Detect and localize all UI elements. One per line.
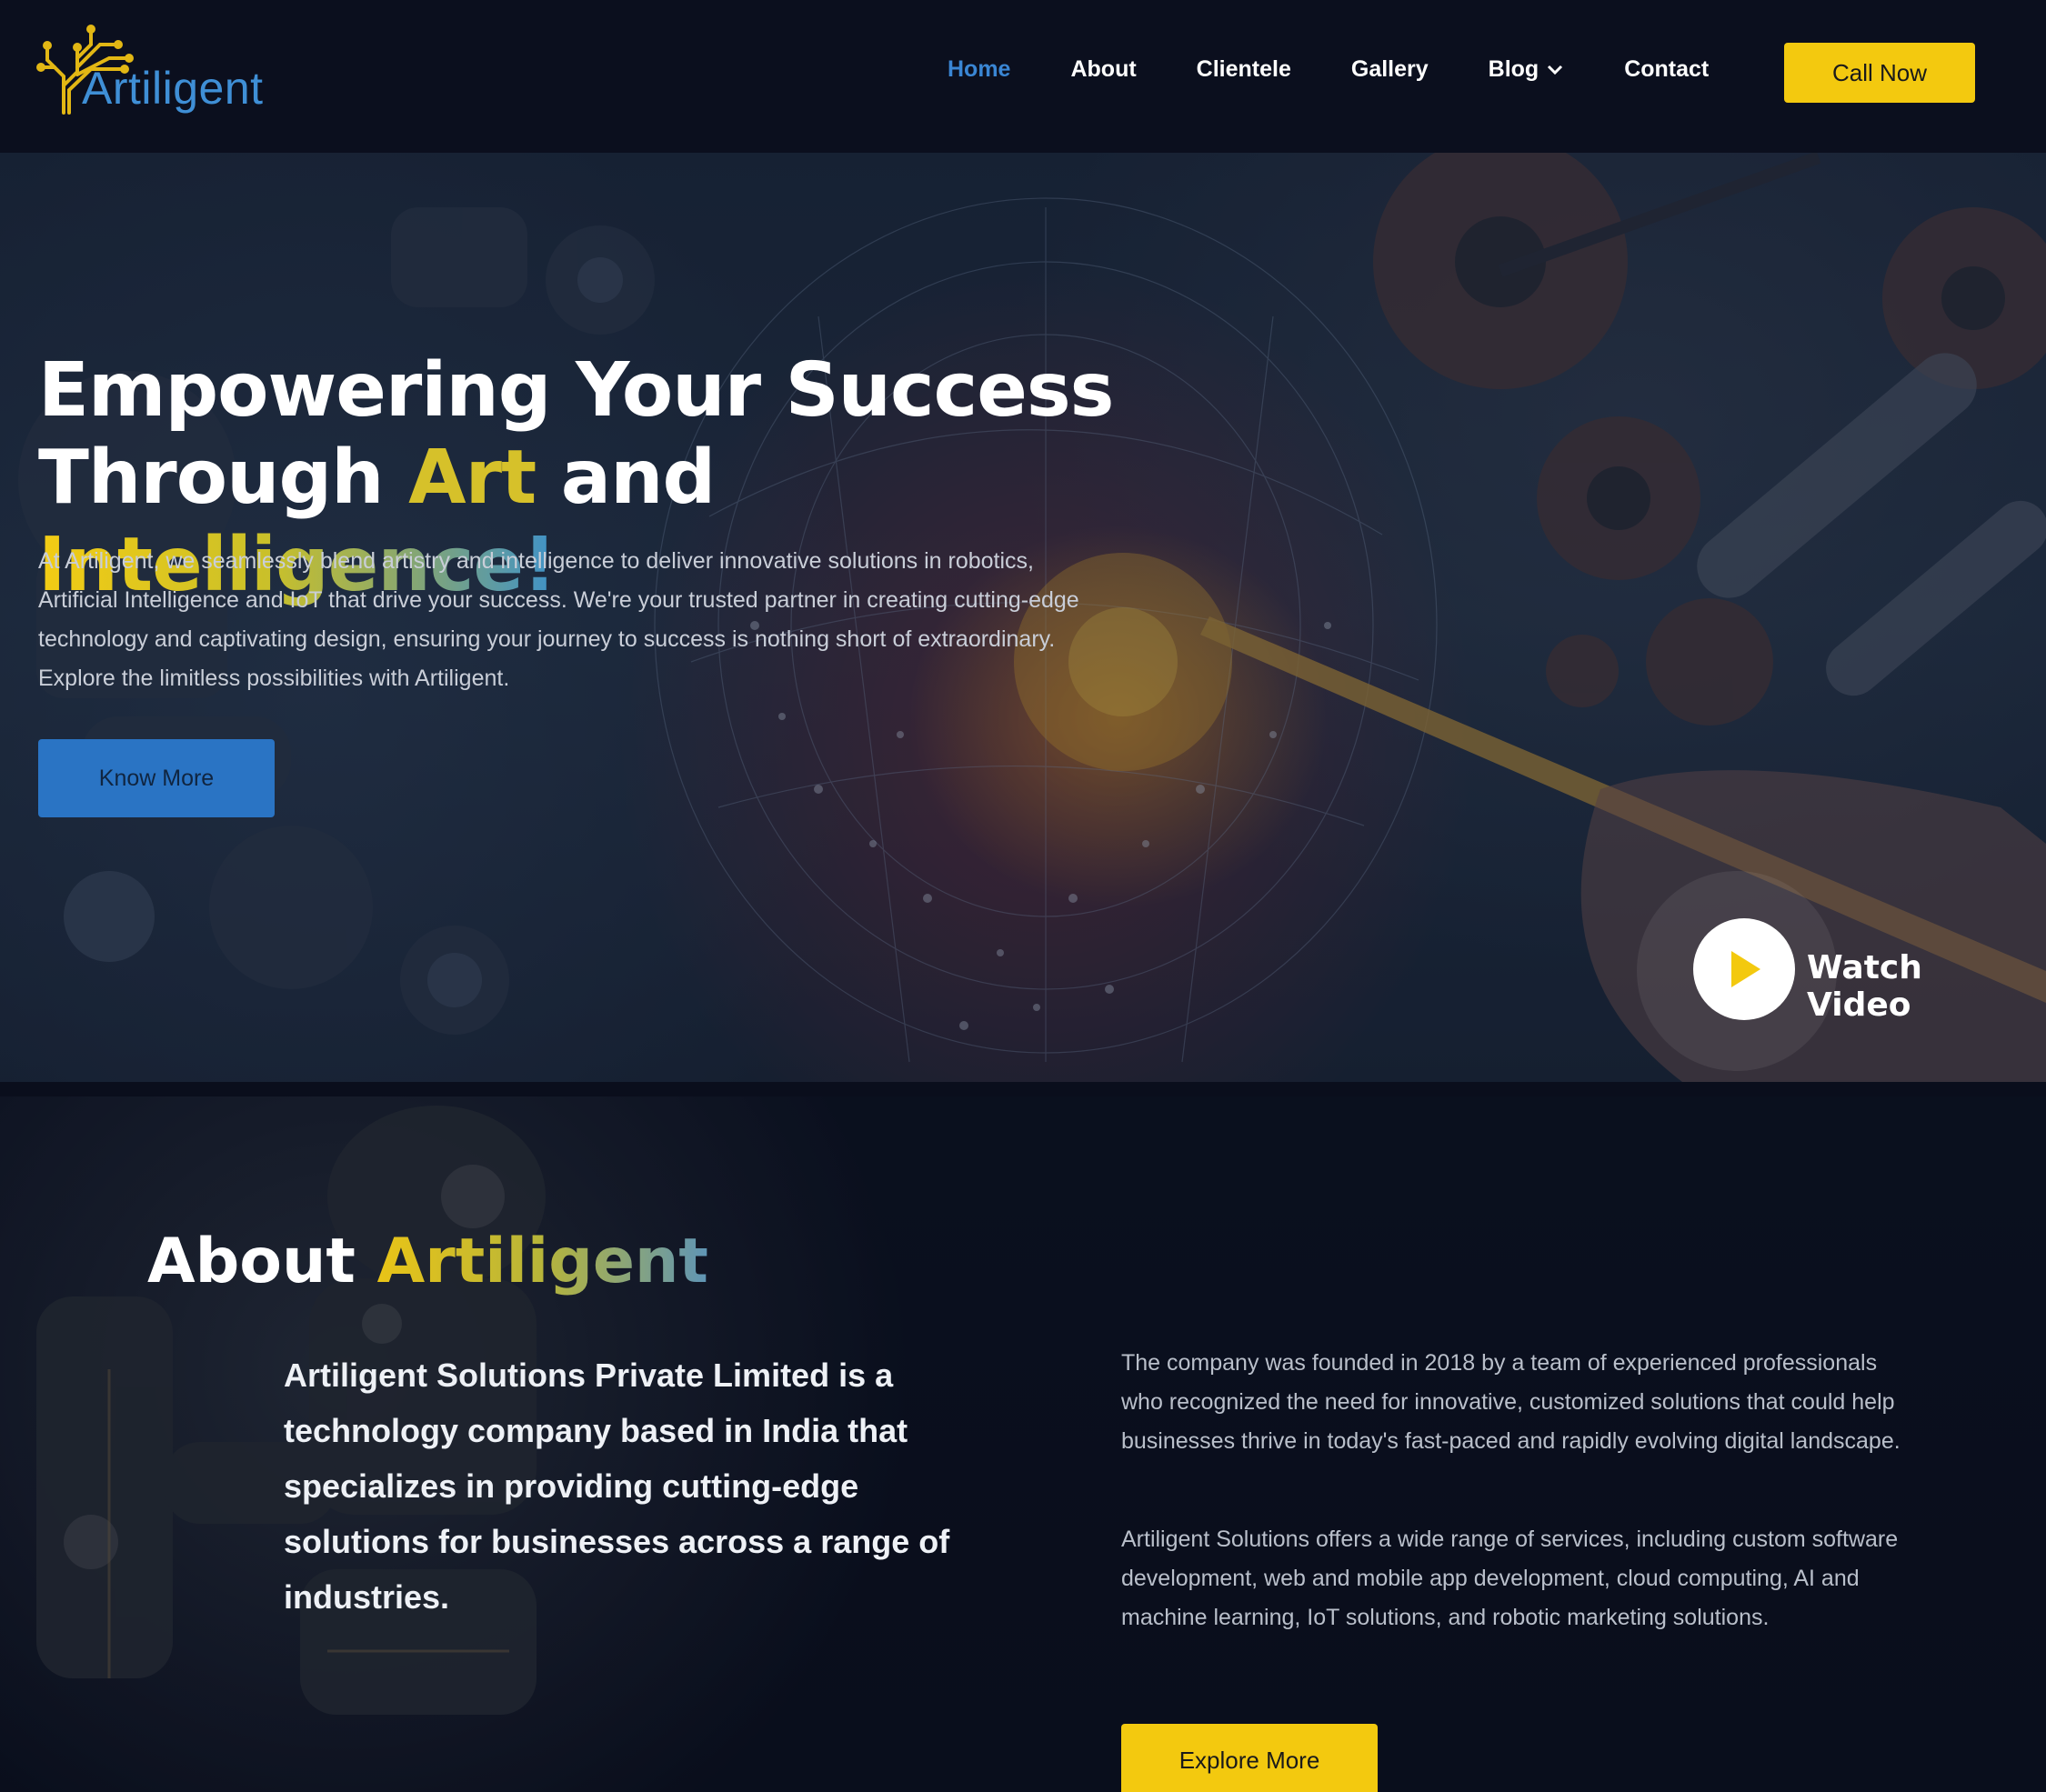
hero-title-line1: Empowering Your Success (38, 347, 1114, 434)
about-title-brand: Artiligent (376, 1226, 708, 1297)
hero-title-art: Art (408, 435, 537, 521)
call-now-button[interactable]: Call Now (1784, 43, 1975, 103)
logo[interactable]: Artiligent (36, 22, 263, 122)
nav-contact[interactable]: Contact (1624, 56, 1709, 83)
about-section: About Artiligent Artiligent Solutions Pr… (0, 1096, 2046, 1792)
about-title-prefix: About (147, 1226, 356, 1297)
nav-blog[interactable]: Blog (1489, 56, 1565, 83)
about-paragraph-1: The company was founded in 2018 by a tea… (1121, 1350, 1901, 1454)
hero-description: At Artiligent, we seamlessly blend artis… (38, 548, 1079, 691)
nav-home[interactable]: Home (948, 56, 1010, 83)
about-lead: Artiligent Solutions Private Limited is … (284, 1357, 950, 1616)
nav-clientele[interactable]: Clientele (1197, 56, 1291, 83)
nav-blog-label: Blog (1488, 56, 1540, 82)
about-paragraph-2: Artiligent Solutions offers a wide range… (1121, 1527, 1899, 1630)
explore-more-button[interactable]: Explore More (1121, 1724, 1378, 1792)
nav-gallery[interactable]: Gallery (1351, 56, 1429, 83)
nav-about[interactable]: About (1070, 56, 1136, 83)
main-nav: Home About Clientele Gallery Blog Contac… (948, 56, 1769, 83)
play-button[interactable] (1693, 918, 1795, 1020)
navbar: Artiligent Home About Clientele Gallery … (0, 0, 2046, 153)
hero-title-and: and (560, 435, 716, 521)
about-title: About Artiligent (147, 1226, 708, 1297)
watch-video-label[interactable]: Watch Video (1807, 949, 2037, 1024)
chevron-down-icon (1548, 65, 1563, 75)
hero-section: Empowering Your Success Through Art and … (0, 153, 2046, 1082)
watch-video[interactable]: Watch Video (1637, 871, 2037, 1071)
know-more-button[interactable]: Know More (38, 739, 275, 817)
logo-text: Artiligent (82, 63, 264, 114)
play-icon (1731, 951, 1760, 987)
hero-title-through: Through (38, 435, 385, 521)
